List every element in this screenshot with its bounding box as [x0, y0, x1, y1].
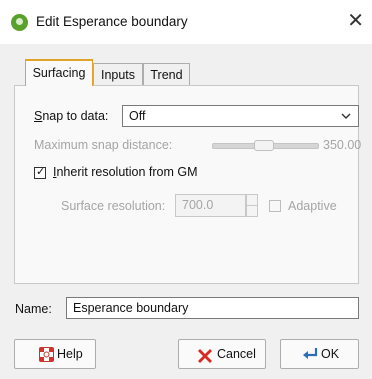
surface-resolution-value: 700.0 — [182, 198, 214, 212]
ok-label: OK — [321, 347, 340, 361]
name-input[interactable]: Esperance boundary — [66, 297, 359, 319]
help-label: Help — [57, 347, 83, 361]
snap-to-data-select[interactable]: Off — [122, 105, 359, 127]
surface-resolution-label: Surface resolution: — [61, 199, 166, 213]
inherit-resolution-label: Inherit resolution from GM — [53, 165, 198, 179]
spin-down-button[interactable] — [246, 205, 258, 217]
name-label: Name: — [15, 302, 52, 316]
lifebuoy-icon — [39, 347, 54, 362]
inherit-resolution-label-rest: nherit resolution from GM — [56, 165, 198, 179]
cancel-button[interactable]: Cancel — [178, 339, 266, 369]
max-snap-distance-value: 350.00 — [323, 138, 362, 152]
surface-resolution-input[interactable]: 700.0 — [175, 194, 246, 217]
title-bar: Edit Esperance boundary ✕ — [0, 0, 372, 44]
snap-to-data-value: Off — [129, 109, 146, 123]
close-icon[interactable]: ✕ — [347, 9, 364, 33]
red-x-icon — [198, 349, 212, 363]
edit-boundary-dialog: Edit Esperance boundary ✕ Surfacing Inpu… — [0, 0, 372, 379]
cancel-label: Cancel — [217, 347, 256, 361]
adaptive-label: Adaptive — [288, 199, 337, 213]
app-logo-icon — [11, 14, 28, 31]
tab-trend[interactable]: Trend — [143, 63, 190, 85]
snap-to-data-label-rest: nap to data: — [42, 109, 109, 123]
chevron-down-icon[interactable] — [333, 106, 358, 126]
help-button[interactable]: Help — [14, 339, 96, 369]
snap-to-data-label: Snap to data: — [34, 109, 109, 123]
tab-surfacing[interactable]: Surfacing — [25, 59, 93, 86]
inherit-resolution-checkbox[interactable]: ✓ — [34, 166, 46, 179]
adaptive-checkbox[interactable] — [269, 200, 281, 212]
window-title: Edit Esperance boundary — [36, 14, 188, 29]
ok-button[interactable]: OK — [280, 339, 359, 369]
tab-inputs[interactable]: Inputs — [93, 63, 143, 85]
enter-arrow-icon — [303, 348, 318, 359]
max-snap-distance-label: Maximum snap distance: — [34, 138, 173, 152]
slider-thumb[interactable] — [254, 140, 274, 151]
name-value: Esperance boundary — [73, 301, 189, 315]
check-icon: ✓ — [36, 166, 46, 178]
